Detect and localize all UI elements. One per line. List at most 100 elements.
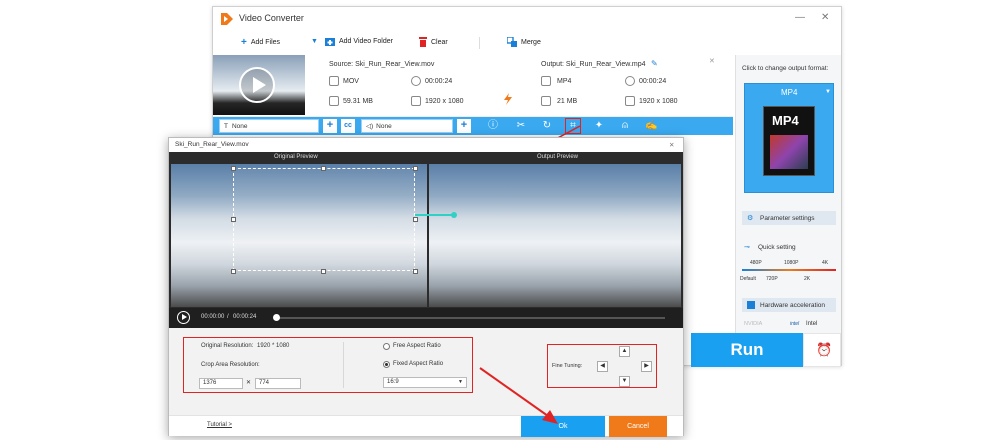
hardware-acceleration-button[interactable]: Hardware acceleration bbox=[742, 298, 836, 312]
add-files-label: Add Files bbox=[250, 39, 281, 46]
speaker-icon: ◁) bbox=[366, 123, 374, 130]
run-button[interactable]: Run bbox=[691, 333, 803, 367]
annotation-arrow bbox=[479, 367, 558, 424]
quality-4k: 4K bbox=[822, 260, 829, 266]
plus-icon: + bbox=[241, 37, 247, 48]
nudge-left-button[interactable]: ◀ bbox=[597, 361, 608, 372]
quality-slider[interactable] bbox=[742, 269, 836, 271]
add-subtitle-button[interactable]: + bbox=[323, 119, 337, 133]
subtitle-select[interactable]: T None bbox=[219, 119, 319, 133]
play-icon bbox=[253, 77, 266, 93]
output-preview-label: Output Preview bbox=[537, 154, 579, 160]
quality-2k: 2K bbox=[804, 276, 811, 282]
audio-select[interactable]: ◁) None bbox=[361, 119, 453, 133]
chevron-down-icon[interactable]: ▼ bbox=[311, 38, 318, 45]
source-duration: 00:00:24 bbox=[425, 78, 453, 85]
nudge-down-button[interactable]: ▼ bbox=[619, 376, 630, 387]
merge-button[interactable]: Merge bbox=[507, 37, 541, 47]
remove-item-icon[interactable]: ✕ bbox=[709, 57, 715, 65]
merge-label: Merge bbox=[521, 38, 541, 46]
tutorial-link[interactable]: Tutorial > bbox=[207, 422, 232, 428]
parameter-settings-button[interactable]: ⚙ Parameter settings bbox=[742, 211, 836, 225]
intel-option[interactable]: Intel bbox=[806, 321, 817, 327]
clear-label: Clear bbox=[431, 38, 448, 46]
mp4-format-icon: MP4 bbox=[763, 106, 815, 176]
crop-handle[interactable] bbox=[321, 269, 326, 274]
add-files-button[interactable]: + Add Files bbox=[241, 37, 280, 48]
total-time: 00:00:24 bbox=[233, 314, 257, 320]
clock-icon bbox=[625, 76, 635, 86]
subtitle-value: None bbox=[231, 122, 248, 130]
audio-value: None bbox=[376, 122, 392, 130]
file-format-icon bbox=[541, 76, 551, 86]
aspect-ratio-select[interactable]: 16:9 ▼ bbox=[383, 377, 467, 388]
nudge-right-button[interactable]: ▶ bbox=[641, 361, 652, 372]
minimize-button[interactable]: — bbox=[795, 12, 805, 23]
free-aspect-radio[interactable] bbox=[383, 343, 390, 350]
dialog-footer: Tutorial > Ok Cancel bbox=[169, 415, 683, 437]
play-icon bbox=[181, 314, 187, 320]
alarm-clock-button[interactable]: ⏰ bbox=[803, 333, 841, 367]
crop-resolution-label: Crop Area Resolution: bbox=[201, 362, 260, 368]
file-item-row[interactable]: Source: Ski_Run_Rear_View.mov MOV 00:00:… bbox=[213, 55, 733, 117]
crop-height-input[interactable]: 774 bbox=[255, 378, 301, 389]
source-label: Source: Ski_Run_Rear_View.mov bbox=[329, 61, 435, 68]
cancel-button[interactable]: Cancel bbox=[609, 416, 667, 437]
crop-handle[interactable] bbox=[231, 217, 236, 222]
title-bar: Video Converter — ✕ bbox=[213, 7, 841, 31]
quick-setting-icon: ⊸ bbox=[744, 244, 750, 251]
teal-arrow bbox=[415, 212, 457, 218]
aspect-ratio-value: 16:9 bbox=[387, 379, 399, 385]
free-aspect-label: Free Aspect Ratio bbox=[393, 343, 441, 349]
crop-handle[interactable] bbox=[231, 166, 236, 171]
close-button[interactable]: ✕ bbox=[821, 12, 829, 23]
cc-icon[interactable]: cc bbox=[341, 119, 355, 133]
param-settings-label: Parameter settings bbox=[760, 214, 815, 222]
output-duration: 00:00:24 bbox=[639, 78, 667, 85]
crop-handle[interactable] bbox=[231, 269, 236, 274]
chevron-down-icon: ▼ bbox=[825, 89, 831, 95]
nvidia-option[interactable]: NVIDIA bbox=[744, 321, 762, 327]
watermark-icon[interactable]: ⍝ bbox=[619, 120, 631, 132]
nudge-up-button[interactable]: ▲ bbox=[619, 346, 630, 357]
output-size: 21 MB bbox=[557, 98, 578, 105]
crop-width-input[interactable]: 1376 bbox=[199, 378, 243, 389]
preview-area: Original Preview Output Preview bbox=[169, 152, 683, 328]
crop-area[interactable] bbox=[233, 168, 415, 271]
dialog-title-bar: Ski_Run_Rear_View.mov ✕ bbox=[169, 138, 683, 152]
crop-handle[interactable] bbox=[413, 269, 418, 274]
info-icon[interactable]: ⓘ bbox=[487, 120, 499, 132]
quality-1080p: 1080P bbox=[784, 260, 799, 266]
quick-setting-label: Quick setting bbox=[758, 244, 796, 251]
file-size-icon bbox=[541, 96, 551, 106]
add-video-folder-button[interactable]: Add Video Folder bbox=[325, 37, 393, 46]
play-button[interactable] bbox=[177, 311, 190, 324]
original-preview-label: Original Preview bbox=[274, 154, 318, 160]
video-thumbnail[interactable] bbox=[213, 55, 305, 115]
edit-icon[interactable]: ✍ bbox=[645, 120, 657, 132]
effects-wand-icon[interactable]: ✦ bbox=[593, 120, 605, 132]
crop-handle[interactable] bbox=[413, 166, 418, 171]
trash-icon bbox=[419, 37, 427, 47]
edit-pencil-icon[interactable]: ✎ bbox=[651, 59, 658, 68]
film-reel-graphic bbox=[770, 135, 808, 169]
file-format-icon bbox=[329, 76, 339, 86]
add-audio-button[interactable]: + bbox=[457, 119, 471, 133]
fixed-aspect-radio[interactable] bbox=[383, 361, 390, 368]
original-resolution-value: 1920 * 1080 bbox=[257, 343, 290, 349]
dialog-close-button[interactable]: ✕ bbox=[669, 141, 674, 149]
progress-track[interactable] bbox=[275, 317, 665, 319]
source-size: 59.31 MB bbox=[343, 98, 373, 105]
dialog-title: Ski_Run_Rear_View.mov bbox=[175, 141, 249, 148]
output-format-selector[interactable]: MP4 ▼ MP4 bbox=[744, 83, 834, 193]
quality-480p: 480P bbox=[750, 260, 762, 266]
output-format: MP4 bbox=[557, 78, 572, 85]
format-name: MP4 bbox=[781, 88, 798, 97]
clear-button[interactable]: Clear bbox=[419, 37, 448, 47]
crop-handle[interactable] bbox=[321, 166, 326, 171]
resolution-icon bbox=[411, 96, 421, 106]
text-icon: T bbox=[224, 122, 228, 130]
progress-handle[interactable] bbox=[273, 314, 280, 321]
merge-icon bbox=[507, 37, 517, 47]
source-resolution: 1920 x 1080 bbox=[425, 98, 464, 105]
